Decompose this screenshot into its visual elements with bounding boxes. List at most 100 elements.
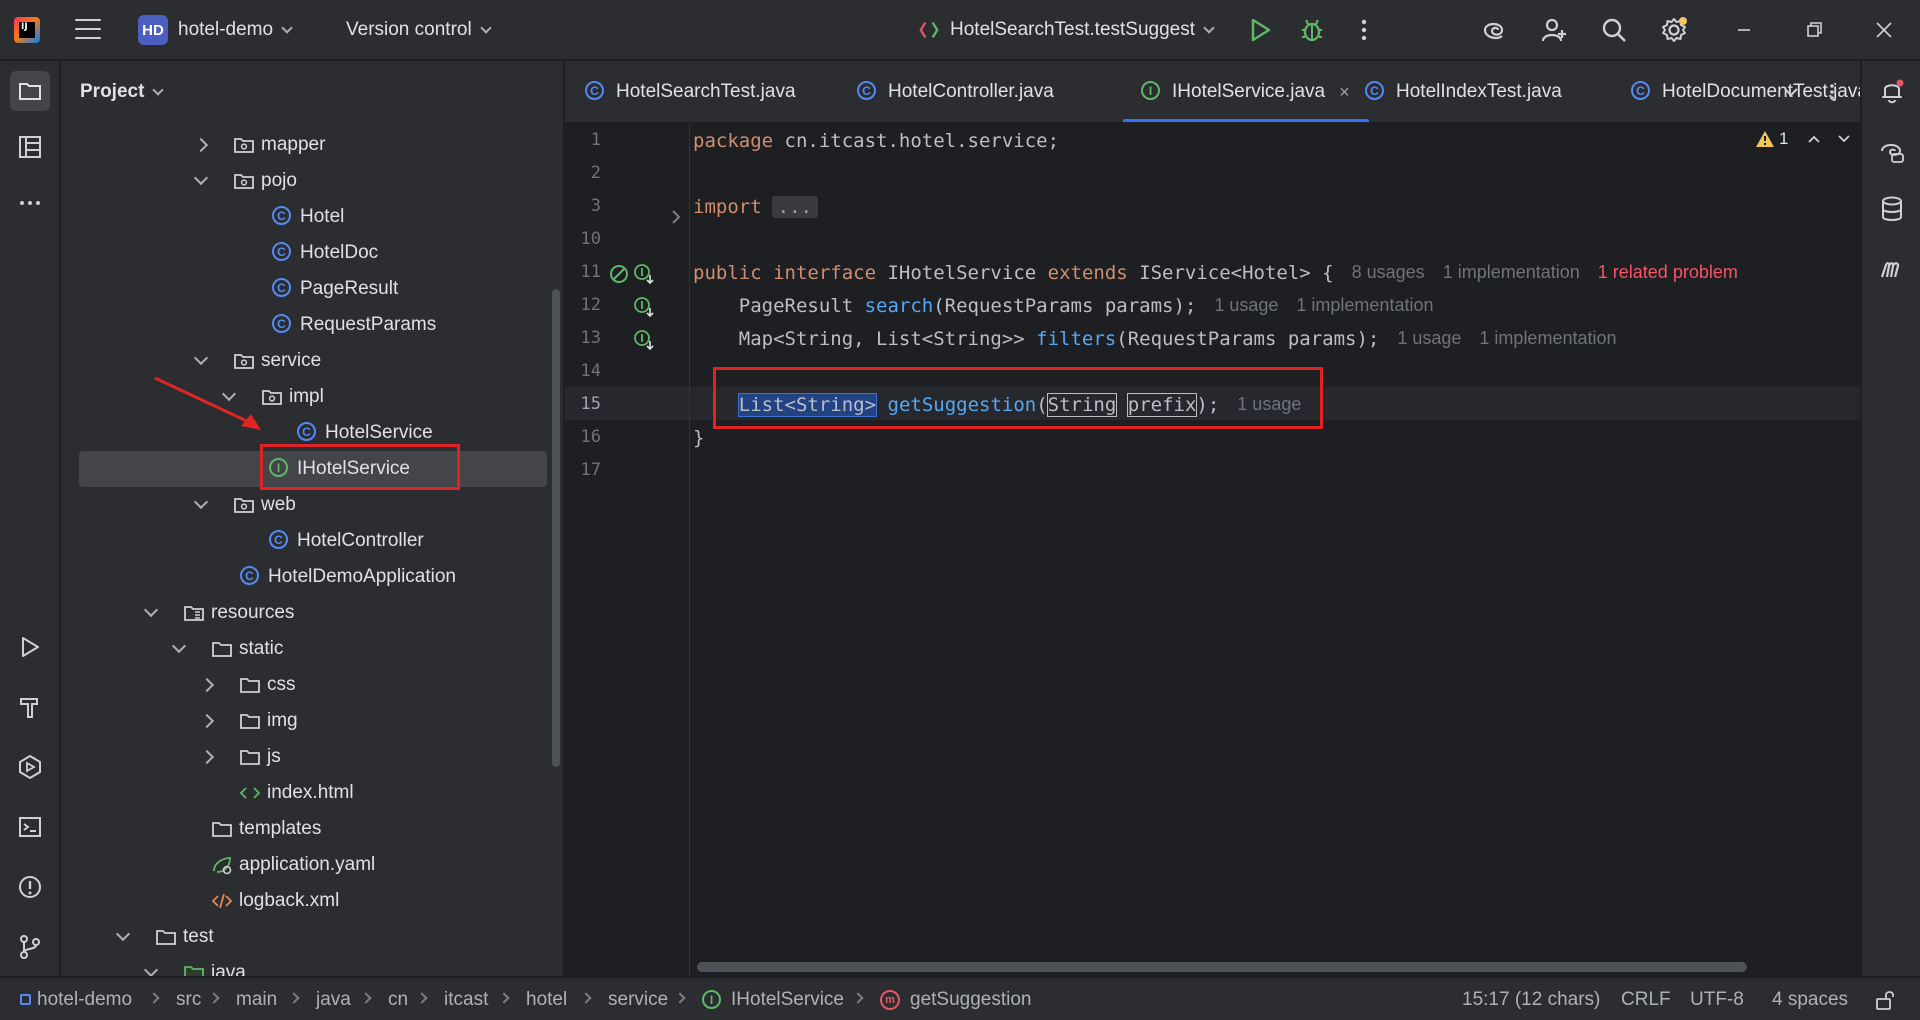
- tree-item-requestparams[interactable]: C RequestParams: [61, 307, 563, 343]
- more-vertical-icon[interactable]: [1350, 16, 1378, 44]
- chevron-right-icon[interactable]: [199, 713, 215, 729]
- tree-item-static[interactable]: static: [61, 631, 563, 667]
- debug-icon[interactable]: [1298, 16, 1326, 44]
- breadcrumb-service[interactable]: service: [608, 978, 668, 1020]
- tree-item-resources[interactable]: resources: [61, 595, 563, 631]
- build-tool-button[interactable]: [10, 687, 50, 727]
- ai-assistant-icon[interactable]: [1480, 16, 1508, 44]
- chevron-right-icon[interactable]: [199, 749, 215, 765]
- folded-imports[interactable]: ...: [771, 195, 818, 218]
- tree-item-pageresult[interactable]: C PageResult: [61, 271, 563, 307]
- chevron-down-icon[interactable]: [193, 494, 209, 510]
- implemented-down-icon[interactable]: [633, 329, 655, 351]
- minimize-window-icon[interactable]: [1730, 16, 1758, 44]
- chevron-down-icon[interactable]: [115, 926, 131, 942]
- problems-tool-button[interactable]: [10, 867, 50, 907]
- editor-tab-hotelsearchtest-java[interactable]: C HotelSearchTest.java: [585, 61, 796, 122]
- restore-window-icon[interactable]: [1800, 16, 1828, 44]
- version-control-menu[interactable]: Version control: [346, 14, 492, 46]
- tree-item-templates[interactable]: templates: [61, 811, 563, 847]
- implemented-down-icon[interactable]: [633, 263, 655, 285]
- tree-item-mapper[interactable]: mapper: [61, 127, 563, 163]
- ai-chat-tool-button[interactable]: [1874, 133, 1910, 169]
- tree-item-logback-xml[interactable]: logback.xml: [61, 883, 563, 919]
- code-line[interactable]: public interface IHotelService extends I…: [693, 256, 1738, 289]
- services-tool-button[interactable]: [10, 747, 50, 787]
- tree-item-pojo[interactable]: pojo: [61, 163, 563, 199]
- code-line[interactable]: import...: [693, 190, 818, 223]
- code-line[interactable]: }: [693, 421, 704, 454]
- usages-inlay-hint[interactable]: 1 usage: [1214, 295, 1278, 316]
- indent-setting[interactable]: 4 spaces: [1772, 978, 1848, 1020]
- close-tab-icon[interactable]: ×: [1339, 82, 1350, 103]
- tree-item-img[interactable]: img: [61, 703, 563, 739]
- implementations-inlay-hint[interactable]: 1 implementation: [1296, 295, 1433, 316]
- tree-item-css[interactable]: css: [61, 667, 563, 703]
- tree-item-hotel[interactable]: C Hotel: [61, 199, 563, 235]
- notifications-tool-button[interactable]: [1874, 73, 1910, 109]
- breadcrumb-main[interactable]: main: [236, 978, 277, 1020]
- more-tools-button[interactable]: [10, 183, 50, 223]
- breadcrumb-ihotelservice[interactable]: I IHotelService: [702, 978, 844, 1020]
- implementations-inlay-hint[interactable]: 1 implementation: [1479, 328, 1616, 349]
- chevron-right-icon[interactable]: [193, 137, 209, 153]
- caret-position[interactable]: 15:17 (12 chars): [1462, 978, 1600, 1020]
- code-line[interactable]: package cn.itcast.hotel.service;: [693, 124, 1059, 157]
- fold-expand-icon[interactable]: [665, 206, 687, 228]
- git-tool-button[interactable]: [10, 927, 50, 967]
- code-line[interactable]: Map<String, List<String>> filters (Reques…: [693, 322, 1617, 355]
- project-switcher[interactable]: HD hotel-demo: [138, 14, 293, 46]
- breadcrumb-itcast[interactable]: itcast: [444, 978, 488, 1020]
- chevron-down-icon[interactable]: [143, 602, 159, 618]
- tree-item-test[interactable]: test: [61, 919, 563, 955]
- chevron-down-icon[interactable]: [171, 638, 187, 654]
- implemented-down-icon[interactable]: [633, 296, 655, 318]
- tree-item-index-html[interactable]: index.html: [61, 775, 563, 811]
- tree-item-web[interactable]: web: [61, 487, 563, 523]
- chevron-down-icon[interactable]: [143, 962, 159, 976]
- code-line[interactable]: PageResult search (RequestParams params);…: [693, 289, 1434, 322]
- file-encoding[interactable]: UTF-8: [1690, 978, 1744, 1020]
- run-tool-button[interactable]: [10, 627, 50, 667]
- code-editor[interactable]: 1 2 3 10 11 12 13 14 15 16 17 1 package …: [565, 124, 1860, 976]
- editor-tab-hotelindextest-java[interactable]: C HotelIndexTest.java: [1365, 61, 1562, 122]
- project-tool-button[interactable]: [10, 71, 50, 111]
- read-only-toggle[interactable]: [1874, 978, 1896, 1020]
- project-view-selector[interactable]: Project: [61, 61, 563, 123]
- breadcrumb-hotel-demo[interactable]: hotel-demo: [20, 978, 132, 1020]
- structure-tool-button[interactable]: [10, 127, 50, 167]
- editor-horizontal-scrollbar[interactable]: [697, 962, 1747, 972]
- chevron-down-icon[interactable]: [193, 170, 209, 186]
- database-tool-button[interactable]: [1874, 191, 1910, 227]
- tree-item-java[interactable]: java: [61, 955, 563, 976]
- breadcrumb-cn[interactable]: cn: [388, 978, 408, 1020]
- breadcrumb-src[interactable]: src: [176, 978, 201, 1020]
- breadcrumb-hotel[interactable]: hotel: [526, 978, 567, 1020]
- project-tree-scrollbar[interactable]: [552, 289, 560, 767]
- usages-inlay-hint[interactable]: 8 usages: [1352, 262, 1425, 283]
- main-menu-icon[interactable]: [75, 19, 101, 41]
- inspection-widget[interactable]: 1: [1755, 129, 1852, 149]
- tree-item-application-yaml[interactable]: application.yaml: [61, 847, 563, 883]
- chevron-down-icon[interactable]: [193, 350, 209, 366]
- run-icon[interactable]: [1246, 16, 1274, 44]
- line-separator[interactable]: CRLF: [1621, 978, 1671, 1020]
- tree-item-hoteldoc[interactable]: C HotelDoc: [61, 235, 563, 271]
- add-user-icon[interactable]: [1540, 16, 1568, 44]
- previous-highlight-icon[interactable]: [1806, 131, 1822, 147]
- maven-tool-button[interactable]: [1874, 251, 1910, 287]
- close-window-icon[interactable]: [1870, 16, 1898, 44]
- breadcrumb-getsuggestion[interactable]: m getSuggestion: [880, 978, 1032, 1020]
- chevron-right-icon[interactable]: [199, 677, 215, 693]
- implementations-inlay-hint[interactable]: 1 implementation: [1443, 262, 1580, 283]
- tree-item-js[interactable]: js: [61, 739, 563, 775]
- editor-tab-hotelcontroller-java[interactable]: C HotelController.java: [857, 61, 1054, 122]
- tree-item-hoteldemoapplication[interactable]: C HotelDemoApplication: [61, 559, 563, 595]
- tree-item-hotelcontroller[interactable]: C HotelController: [61, 523, 563, 559]
- run-configuration-selector[interactable]: HotelSearchTest.testSuggest: [918, 14, 1215, 46]
- tree-item-impl[interactable]: impl: [61, 379, 563, 415]
- terminal-tool-button[interactable]: [10, 807, 50, 847]
- settings-gear-icon[interactable]: [1660, 16, 1688, 44]
- tree-item-service[interactable]: service: [61, 343, 563, 379]
- tab-actions-more-icon[interactable]: [1819, 79, 1845, 105]
